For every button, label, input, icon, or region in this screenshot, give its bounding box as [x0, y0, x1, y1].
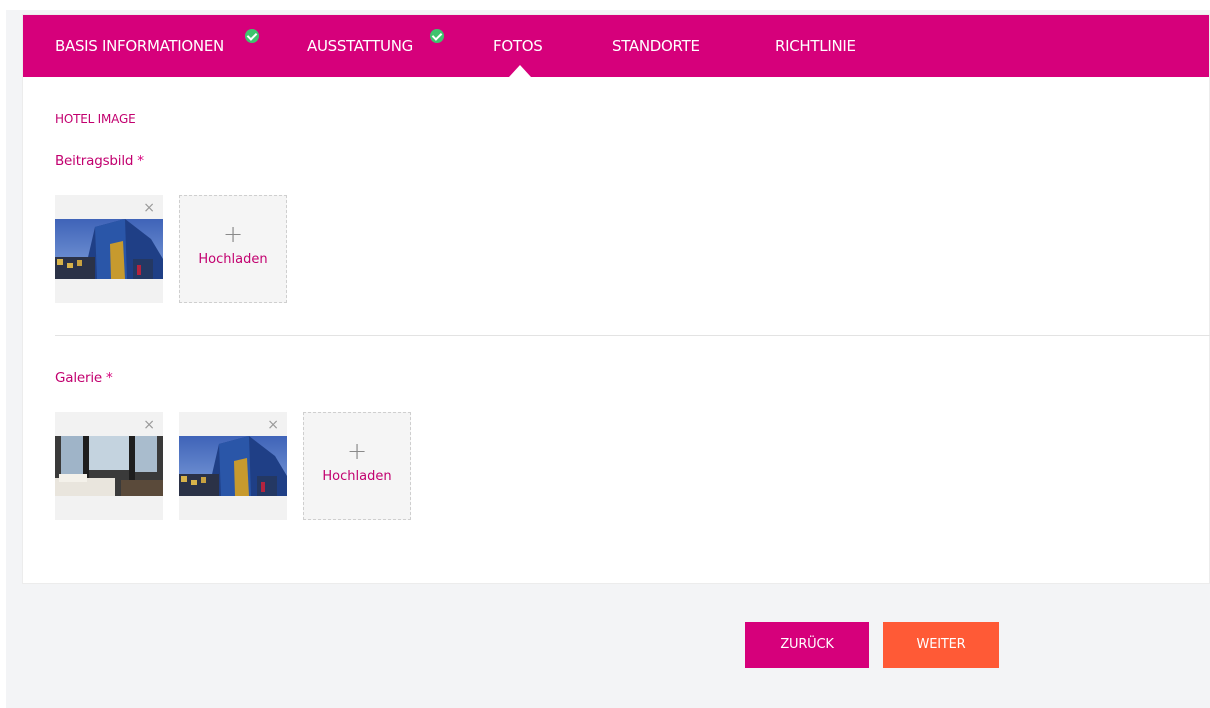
- section-title: HOTEL IMAGE: [55, 112, 136, 126]
- tab-basis-informationen[interactable]: BASIS INFORMATIONEN: [55, 15, 224, 77]
- tab-label: STANDORTE: [612, 37, 700, 55]
- field-label-text: Galerie: [55, 370, 102, 386]
- building-photo: [55, 219, 163, 279]
- featured-image-label: Beitragsbild *: [55, 153, 144, 169]
- tab-label: AUSSTATTUNG: [307, 37, 413, 55]
- plus-icon: +: [222, 220, 244, 248]
- back-button[interactable]: ZURÜCK: [745, 622, 869, 668]
- plus-icon: +: [346, 437, 368, 465]
- building-photo: [179, 436, 287, 496]
- hotel-room-photo: [55, 436, 163, 496]
- required-mark: *: [106, 370, 113, 386]
- hotel-form-card: BASIS INFORMATIONEN AUSSTATTUNG FOTOS ST…: [22, 14, 1210, 584]
- upload-label: Hochladen: [198, 252, 268, 267]
- gallery-image-thumb: ×: [179, 412, 287, 520]
- check-circle-icon: [245, 29, 259, 43]
- tab-label: BASIS INFORMATIONEN: [55, 37, 224, 55]
- check-circle-icon: [430, 29, 444, 43]
- tab-ausstattung[interactable]: AUSSTATTUNG: [307, 15, 413, 77]
- divider: [55, 335, 1210, 336]
- tab-label: RICHTLINIE: [775, 37, 856, 55]
- tab-standorte[interactable]: STANDORTE: [612, 15, 700, 77]
- gallery-label: Galerie *: [55, 370, 113, 386]
- upload-label: Hochladen: [322, 469, 392, 484]
- gallery-image-thumb: ×: [55, 412, 163, 520]
- close-icon[interactable]: ×: [143, 201, 155, 215]
- field-label-text: Beitragsbild: [55, 153, 134, 169]
- required-mark: *: [137, 153, 144, 169]
- featured-image-thumb: ×: [55, 195, 163, 303]
- active-tab-caret: [509, 65, 531, 77]
- next-button[interactable]: WEITER: [883, 622, 999, 668]
- featured-upload-button[interactable]: + Hochladen: [179, 195, 287, 303]
- close-icon[interactable]: ×: [267, 418, 279, 432]
- tab-richtlinie[interactable]: RICHTLINIE: [775, 15, 856, 77]
- tab-bar: BASIS INFORMATIONEN AUSSTATTUNG FOTOS ST…: [23, 15, 1209, 77]
- close-icon[interactable]: ×: [143, 418, 155, 432]
- gallery-upload-button[interactable]: + Hochladen: [303, 412, 411, 520]
